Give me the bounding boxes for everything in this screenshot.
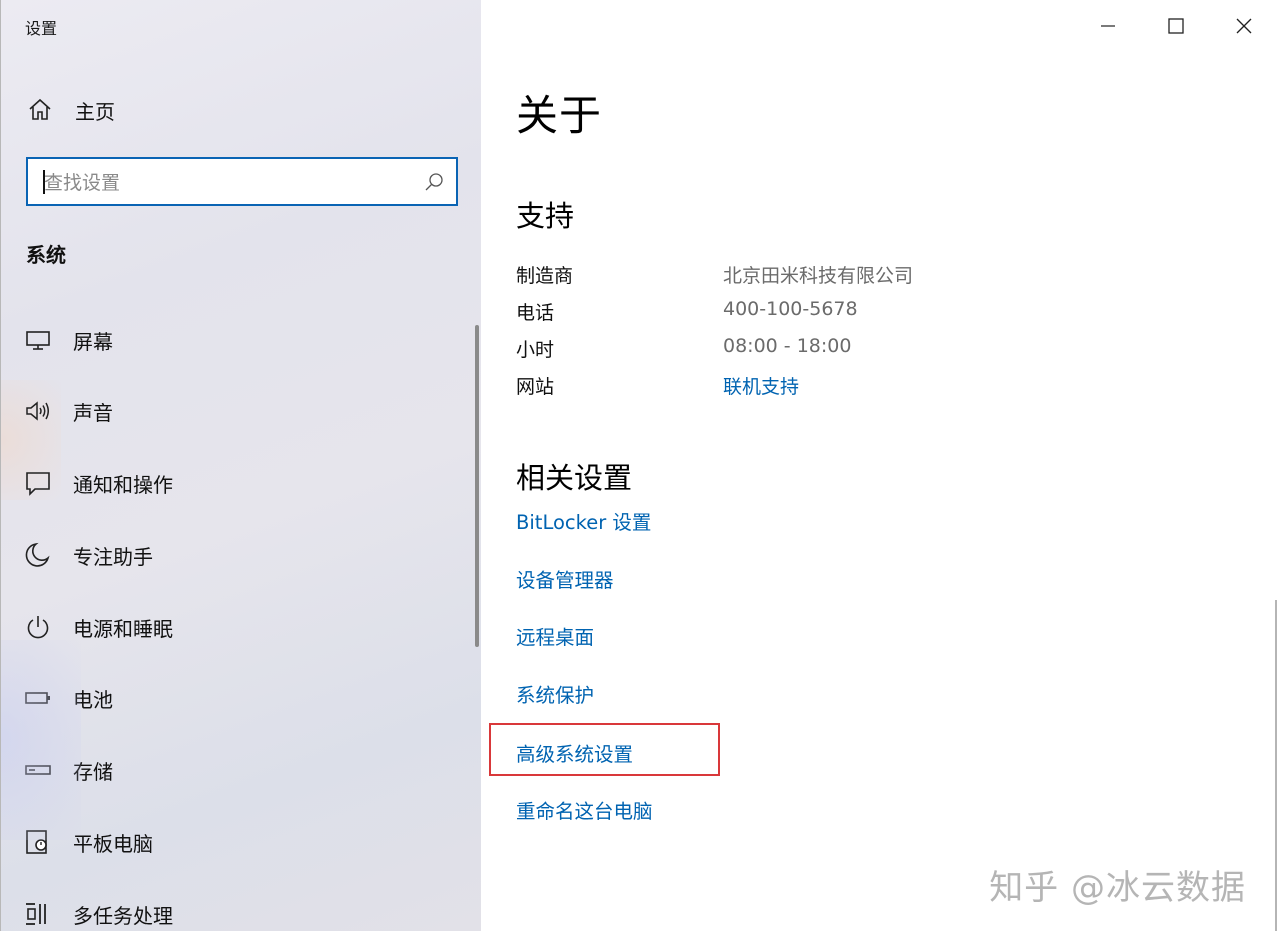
power-icon (27, 616, 49, 639)
notification-icon (26, 472, 50, 496)
sidebar-item-label: 专注助手 (73, 544, 153, 569)
speaker-icon (26, 401, 49, 421)
support-heading: 支持 (516, 199, 575, 233)
sidebar-item-power-sleep[interactable]: 电源和睡眠 (1, 599, 471, 655)
sidebar-item-label: 存储 (73, 759, 113, 784)
bitlocker-settings-link[interactable]: BitLocker 设置 (516, 506, 651, 535)
remote-desktop-link[interactable]: 远程桌面 (516, 621, 594, 650)
sidebar-item-multitasking[interactable]: 多任务处理 (1, 886, 471, 931)
close-button[interactable] (1210, 0, 1278, 52)
storage-icon (25, 765, 51, 775)
info-value: 北京田米科技有限公司 (723, 265, 914, 287)
sidebar-scrollbar[interactable] (475, 325, 479, 647)
monitor-icon (26, 331, 50, 350)
info-key: 小时 (516, 339, 555, 361)
battery-icon (25, 692, 50, 704)
device-manager-link[interactable]: 设备管理器 (516, 564, 614, 593)
main-content: 关于 支持 制造商 北京田米科技有限公司 电话 400-100-5678 小时 … (481, 0, 1278, 931)
sidebar-item-battery[interactable]: 电池 (1, 670, 471, 726)
sidebar-item-label: 平板电脑 (73, 831, 153, 856)
tablet-icon (26, 830, 47, 854)
minimize-icon (1101, 25, 1115, 27)
search-icon[interactable] (424, 172, 444, 192)
sidebar-item-display[interactable]: 屏幕 (1, 312, 471, 368)
info-key: 网站 (516, 376, 555, 398)
moon-icon (25, 542, 50, 567)
sidebar-item-sound[interactable]: 声音 (1, 383, 471, 439)
page-title: 关于 (516, 91, 603, 140)
sidebar-item-label: 屏幕 (73, 329, 113, 354)
search-input[interactable] (42, 159, 416, 206)
maximize-icon (1168, 18, 1184, 34)
advanced-system-settings-link[interactable]: 高级系统设置 (516, 738, 633, 767)
sidebar-item-notifications[interactable]: 通知和操作 (1, 455, 471, 511)
main-scrollbar[interactable] (1275, 600, 1277, 931)
sidebar-item-label: 电源和睡眠 (73, 616, 173, 641)
sidebar-item-focus-assist[interactable]: 专注助手 (1, 527, 471, 583)
sidebar-item-label: 通知和操作 (73, 472, 173, 497)
home-icon (29, 98, 51, 120)
section-label-system: 系统 (26, 243, 66, 267)
text-caret (43, 170, 45, 194)
sidebar-item-label: 多任务处理 (73, 903, 173, 928)
sidebar-item-storage[interactable]: 存储 (1, 742, 471, 798)
minimize-button[interactable] (1074, 0, 1142, 52)
close-icon (1236, 18, 1252, 34)
related-settings-heading: 相关设置 (516, 461, 633, 495)
sidebar-item-label: 电池 (73, 687, 113, 712)
sidebar-home-label: 主页 (75, 99, 115, 124)
sidebar: 设置 主页 系统 屏幕 (0, 0, 481, 931)
search-box[interactable] (26, 157, 458, 206)
sidebar-item-tablet[interactable]: 平板电脑 (1, 814, 471, 870)
system-protection-link[interactable]: 系统保护 (516, 679, 594, 708)
info-key: 制造商 (516, 265, 574, 287)
info-value: 400-100-5678 (723, 298, 858, 320)
info-value: 08:00 - 18:00 (723, 335, 852, 357)
settings-window: 设置 主页 系统 屏幕 (0, 0, 1278, 931)
online-support-link[interactable]: 联机支持 (723, 372, 799, 399)
window-controls (1074, 0, 1278, 52)
sidebar-home-button[interactable]: 主页 (27, 94, 115, 126)
rename-pc-link[interactable]: 重命名这台电脑 (516, 795, 653, 824)
watermark: 知乎 @冰云数据 (989, 868, 1246, 908)
multitask-icon (26, 903, 46, 925)
info-key: 电话 (516, 302, 555, 324)
sidebar-item-label: 声音 (73, 400, 113, 425)
app-title: 设置 (25, 19, 58, 38)
maximize-button[interactable] (1142, 0, 1210, 52)
